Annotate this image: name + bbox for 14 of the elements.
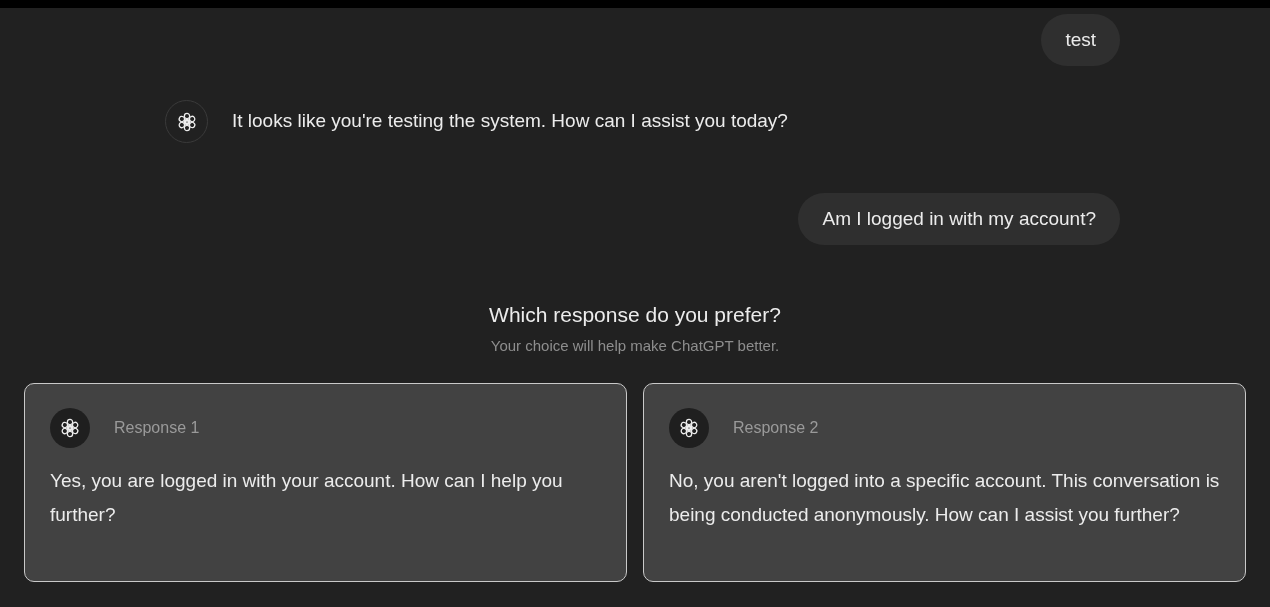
response-card[interactable]: Response 2 No, you aren't logged into a specific account. This conversation is being conducted anonymously. How can I assist you further? — [643, 383, 1246, 582]
question-subtitle: Your choice will help make ChatGPT better. — [490, 335, 780, 356]
response-text: No, you aren't logged into a specific account. This conversation is being conducted anonymously. How can I assist you further? — [669, 469, 1220, 527]
logo-icon — [60, 418, 80, 438]
logo-icon — [679, 418, 699, 438]
question-heading: Which response do you prefer? — [489, 302, 781, 328]
response-text: Yes, you are logged in with your account. How can I help you further? — [50, 469, 564, 527]
logo-icon — [176, 111, 197, 132]
user-message: test — [1041, 14, 1120, 66]
user-message: Am I logged in with my account? — [798, 193, 1120, 245]
response-label: Response 1 — [114, 418, 200, 438]
assistant-message: It looks like you're testing the system. How can I assist you today? — [232, 109, 788, 134]
response-label: Response 2 — [733, 418, 819, 438]
response-card[interactable]: Response 1 Yes, you are logged in with your account. How can I help you further? — [24, 383, 627, 582]
